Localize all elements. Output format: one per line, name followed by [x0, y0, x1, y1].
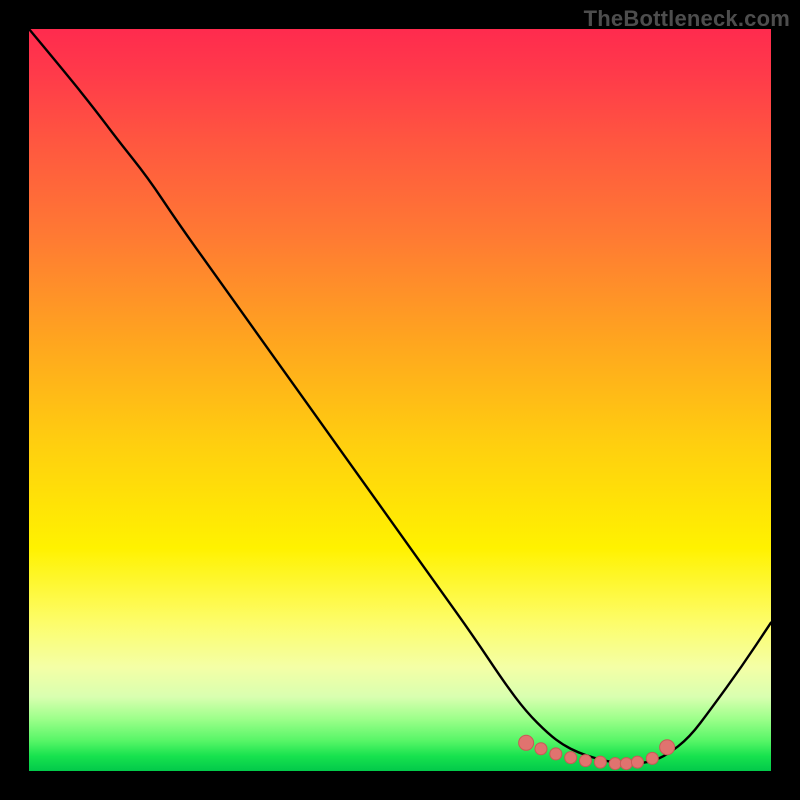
curve-marker [646, 752, 658, 764]
chart-svg [29, 29, 771, 771]
watermark-text: TheBottleneck.com [584, 6, 790, 32]
curve-marker [580, 755, 592, 767]
plot-area [29, 29, 771, 771]
curve-markers [519, 735, 675, 769]
curve-marker [550, 748, 562, 760]
curve-marker [660, 740, 675, 755]
curve-marker [519, 735, 534, 750]
bottleneck-curve [29, 29, 771, 764]
curve-marker [609, 758, 621, 770]
chart-frame: TheBottleneck.com [0, 0, 800, 800]
curve-marker [594, 756, 606, 768]
curve-marker [565, 752, 577, 764]
curve-marker [535, 743, 547, 755]
curve-marker [631, 756, 643, 768]
curve-marker [620, 758, 632, 770]
